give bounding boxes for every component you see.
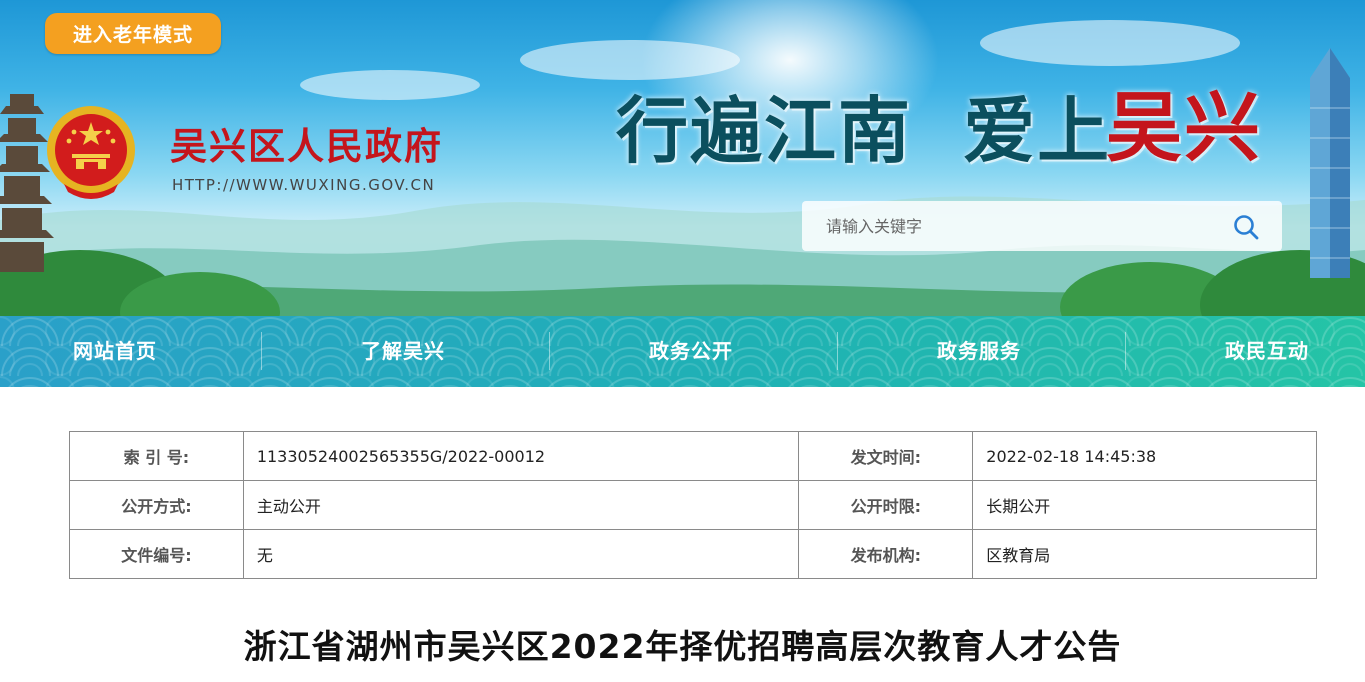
nav-items: 网站首页 了解吴兴 政务公开 政务服务 政民互动 (0, 316, 1365, 387)
search-icon[interactable] (1232, 213, 1260, 241)
article-title: 浙江省湖州市吴兴区2022年择优招聘高层次教育人才公告 (243, 627, 1122, 666)
site-url: HTTP://WWW.WUXING.GOV.CN (172, 176, 436, 194)
banner-cloud (980, 20, 1240, 66)
slogan-part3: 吴兴 (1106, 83, 1262, 172)
nav-item-home[interactable]: 网站首页 (73, 316, 157, 387)
banner-cloud (300, 70, 480, 100)
nav-divider (1125, 332, 1126, 370)
elder-mode-button[interactable]: 进入老年模式 (45, 13, 221, 54)
publish-time-label: 发文时间: (798, 431, 974, 481)
nav-item-government-services[interactable]: 政务服务 (937, 316, 1021, 387)
document-info-table: 索 引 号: 11330524002565355G/2022-00012 发文时… (69, 431, 1317, 579)
disclosure-method-value: 主动公开 (242, 480, 800, 530)
search-input[interactable] (802, 201, 1222, 251)
national-emblem-icon (47, 106, 135, 199)
site-name: 吴兴区人民政府 (170, 125, 443, 168)
nav-item-government-info[interactable]: 政务公开 (649, 316, 733, 387)
main-nav: 网站首页 了解吴兴 政务公开 政务服务 政民互动 (0, 316, 1365, 387)
slogan-part1: 行遍江南 (616, 88, 913, 173)
nav-divider (549, 332, 550, 370)
index-number-label: 索 引 号: (69, 431, 244, 481)
header-banner: 进入老年模式 吴兴区人民政府 HTTP://WWW.WUXING.GOV.CN … (0, 0, 1365, 316)
nav-divider (837, 332, 838, 370)
document-number-value: 无 (242, 529, 800, 579)
publishing-agency-label: 发布机构: (798, 529, 974, 579)
search-box (802, 201, 1282, 251)
publishing-agency-value: 区教育局 (972, 529, 1317, 579)
table-row: 索 引 号: 11330524002565355G/2022-00012 发文时… (69, 431, 1317, 481)
table-row: 公开方式: 主动公开 公开时限: 长期公开 (69, 480, 1317, 530)
disclosure-period-value: 长期公开 (972, 480, 1317, 530)
tower-illustration (1310, 48, 1350, 278)
nav-item-about[interactable]: 了解吴兴 (361, 316, 445, 387)
document-number-label: 文件编号: (69, 529, 244, 579)
index-number-value: 11330524002565355G/2022-00012 (242, 431, 800, 481)
nav-item-interaction[interactable]: 政民互动 (1225, 316, 1309, 387)
disclosure-method-label: 公开方式: (69, 480, 244, 530)
slogan-headline: 行遍江南 爱上 (616, 72, 1111, 177)
disclosure-period-label: 公开时限: (798, 480, 974, 530)
publish-time-value: 2022-02-18 14:45:38 (972, 431, 1317, 481)
table-row: 文件编号: 无 发布机构: 区教育局 (69, 529, 1317, 579)
slogan-part2: 爱上 (963, 88, 1112, 173)
nav-divider (261, 332, 262, 370)
